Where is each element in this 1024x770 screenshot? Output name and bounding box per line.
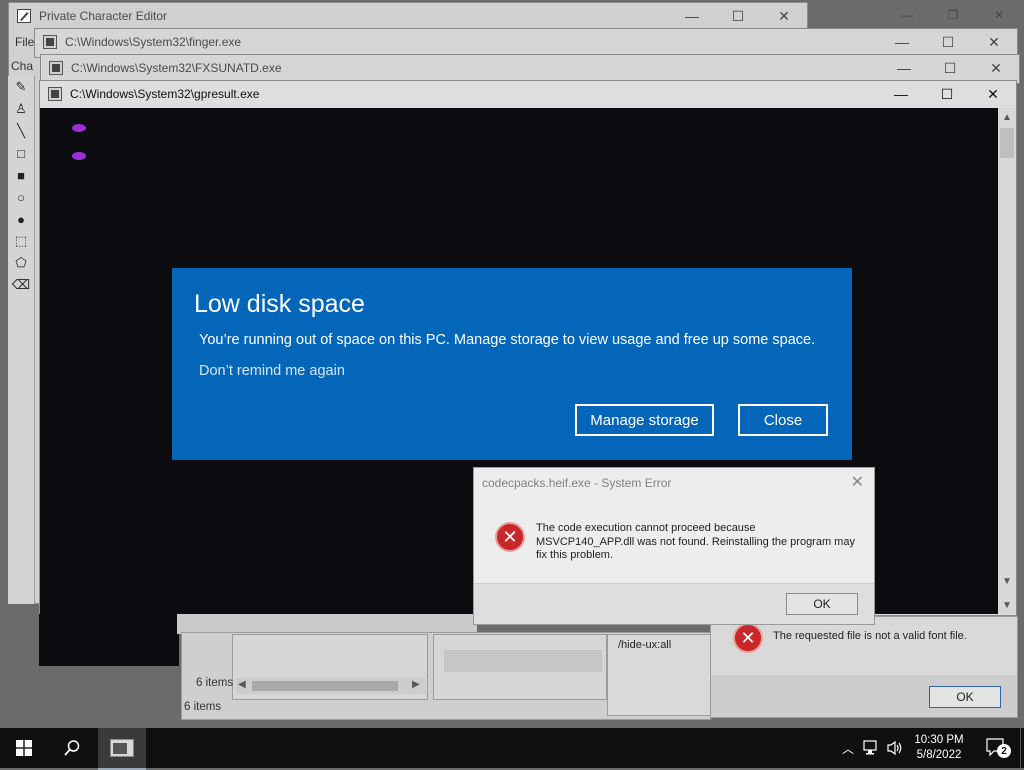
font-error-message: The requested file is not a valid font f…	[773, 630, 967, 642]
minimize-button[interactable]: —	[881, 55, 927, 81]
filled-rectangle-icon[interactable]: ■	[8, 164, 34, 186]
notification-body: You’re running out of space on this PC. …	[199, 332, 816, 348]
minimize-button[interactable]: —	[879, 29, 925, 55]
filled-ellipse-icon[interactable]: ●	[8, 208, 34, 230]
rect-select-icon[interactable]: ⬚	[8, 230, 34, 252]
outer-window-controls: — ❐ ✕	[884, 2, 1024, 28]
title-bar[interactable]: C:\Windows\System32\finger.exe — ☐ ✕	[35, 29, 1017, 55]
console-app-icon	[49, 61, 63, 75]
clock[interactable]: 10:30 PM 5/8/2022	[906, 728, 972, 768]
outer-minimize-button[interactable]: —	[884, 2, 930, 28]
cursor-glyph	[72, 152, 86, 160]
error-icon: ✕	[495, 522, 525, 552]
search-button[interactable]	[48, 728, 96, 768]
status-items-count: 6 items	[184, 701, 222, 713]
console-lower-strip	[39, 614, 179, 666]
close-icon[interactable]: ✕	[851, 472, 864, 492]
console-app-icon	[48, 87, 62, 101]
menu-character[interactable]: Cha	[11, 59, 33, 73]
notification-title: Low disk space	[194, 290, 365, 318]
scroll-down-icon[interactable]: ▼	[998, 596, 1016, 614]
maximize-button[interactable]: ☐	[925, 29, 971, 55]
close-button[interactable]: ✕	[973, 55, 1019, 81]
error-ok-button[interactable]: OK	[786, 593, 858, 615]
scroll-right-icon[interactable]: ▶	[412, 679, 420, 690]
close-button[interactable]: ✕	[761, 3, 807, 29]
clock-time: 10:30 PM	[914, 734, 964, 746]
font-error-dialog: ✕ The requested file is not a valid font…	[710, 616, 1018, 718]
manage-storage-button[interactable]: Manage storage	[575, 404, 714, 436]
scroll-thumb[interactable]	[1000, 128, 1014, 158]
start-button[interactable]	[0, 728, 48, 768]
show-hidden-icons-button[interactable]: ︿	[838, 728, 858, 768]
content-placeholder	[444, 650, 602, 672]
dialog-footer: OK	[474, 583, 874, 624]
system-error-dialog: codecpacks.heif.exe - System Error ✕ ✕ T…	[473, 467, 875, 625]
volume-button[interactable]	[884, 728, 906, 768]
title-bar[interactable]: C:\Windows\System32\gpresult.exe — ☐ ✕	[40, 81, 1016, 107]
status-items-count: 6 items	[196, 677, 234, 689]
scroll-left-icon[interactable]: ◀	[238, 679, 246, 690]
outer-restore-button[interactable]: ❐	[930, 2, 976, 28]
network-icon	[863, 740, 877, 755]
horizontal-scrollbar[interactable]: ◀ ▶	[236, 678, 426, 694]
title-bar[interactable]: Private Character Editor — ☐ ✕	[9, 3, 807, 29]
network-button[interactable]	[860, 728, 884, 768]
close-button[interactable]: Close	[738, 404, 828, 436]
vertical-scrollbar[interactable]: ▲ ▼ ▼	[998, 108, 1016, 614]
outer-close-button[interactable]: ✕	[976, 2, 1022, 28]
maximize-button[interactable]: ☐	[927, 55, 973, 81]
menu-file[interactable]: File	[15, 35, 34, 49]
cursor-glyph	[72, 124, 86, 132]
title-bar[interactable]: C:\Windows\System32\FXSUNATD.exe — ☐ ✕	[41, 55, 1019, 81]
drawing-toolbar: ✎ ♙ ╲ □ ■ ○ ● ⬚ ⬠ ⌫	[8, 76, 35, 604]
action-center-button[interactable]: 2	[976, 728, 1018, 768]
window-title: C:\Windows\System32\gpresult.exe	[70, 87, 260, 101]
window-title: C:\Windows\System32\FXSUNATD.exe	[71, 61, 282, 75]
minimize-button[interactable]: —	[878, 81, 924, 107]
error-icon: ✕	[733, 623, 763, 653]
console-app-icon	[43, 35, 57, 49]
search-icon	[64, 740, 80, 756]
scroll-down-icon[interactable]: ▼	[998, 572, 1016, 590]
brush-icon[interactable]: ♙	[8, 98, 34, 120]
console-app-icon	[110, 739, 134, 757]
minimize-button[interactable]: —	[669, 3, 715, 29]
pencil-icon[interactable]: ✎	[8, 76, 34, 98]
rectangle-icon[interactable]: □	[8, 142, 34, 164]
scroll-thumb[interactable]	[252, 681, 398, 691]
freeform-select-icon[interactable]: ⬠	[8, 252, 34, 274]
show-desktop-button[interactable]	[1020, 728, 1024, 768]
ellipse-icon[interactable]: ○	[8, 186, 34, 208]
font-error-ok-button[interactable]: OK	[929, 686, 1001, 708]
taskbar: ︿ 10:30 PM 5/8/2022 2	[0, 728, 1024, 770]
dialog-title: codecpacks.heif.exe - System Error	[482, 476, 672, 490]
error-message: The code execution cannot proceed becaus…	[536, 522, 855, 561]
notification-count-badge: 2	[997, 744, 1011, 758]
command-text: /hide-ux:all	[618, 639, 672, 651]
maximize-button[interactable]: ☐	[924, 81, 970, 107]
low-disk-space-notification: Low disk space You’re running out of spa…	[172, 268, 852, 460]
window-title: Private Character Editor	[39, 9, 168, 23]
windows-start-icon	[16, 740, 32, 756]
line-icon[interactable]: ╲	[8, 120, 34, 142]
char-editor-app-icon	[17, 9, 31, 23]
close-button[interactable]: ✕	[970, 81, 1016, 107]
volume-icon	[887, 740, 902, 756]
clock-date: 5/8/2022	[916, 749, 962, 761]
dont-remind-link[interactable]: Don’t remind me again	[199, 363, 345, 379]
close-button[interactable]: ✕	[971, 29, 1017, 55]
window-title: C:\Windows\System32\finger.exe	[65, 35, 242, 49]
taskbar-console-app[interactable]	[98, 728, 146, 770]
chevron-up-icon: ︿	[841, 741, 854, 756]
eraser-icon[interactable]: ⌫	[8, 274, 34, 296]
scroll-up-icon[interactable]: ▲	[998, 108, 1016, 126]
maximize-button[interactable]: ☐	[715, 3, 761, 29]
console-status-strip	[177, 614, 477, 634]
